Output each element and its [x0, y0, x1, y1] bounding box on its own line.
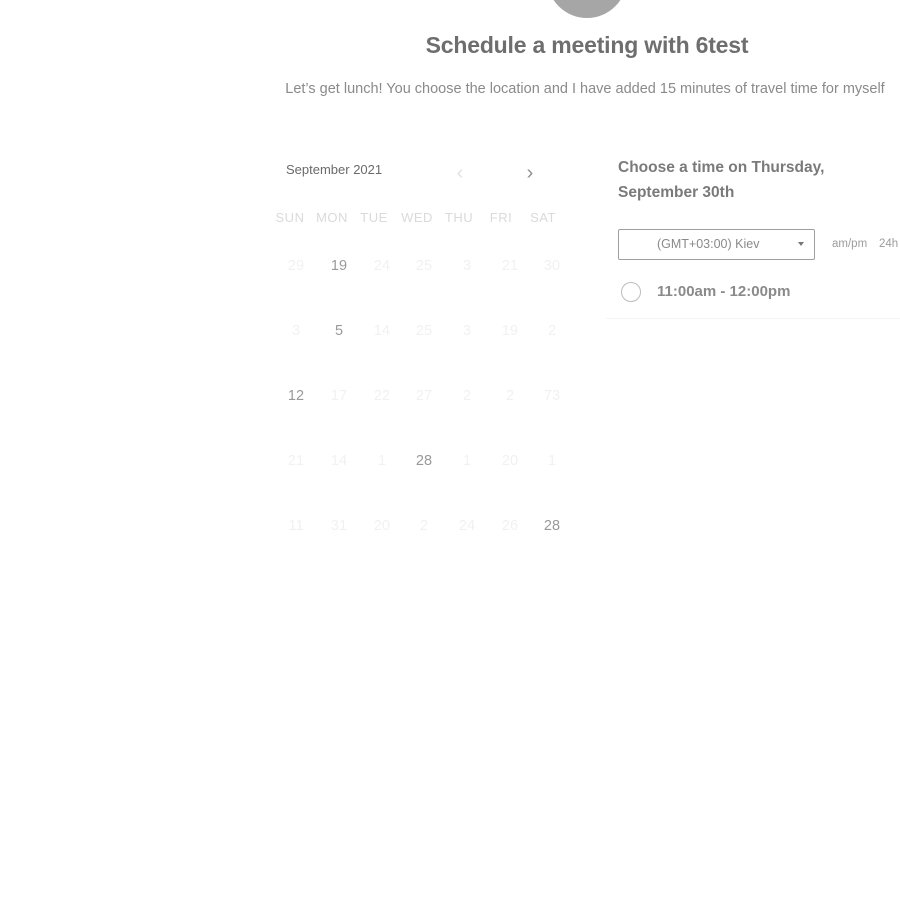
calendar-day: 1 [547, 453, 557, 469]
calendar-day: 20 [373, 518, 391, 534]
calendar-day: 11 [288, 518, 304, 534]
calendar-day[interactable]: 19 [319, 254, 359, 278]
calendar-day: 27 [415, 388, 433, 404]
weekday-thu: THU [444, 210, 474, 225]
weekday-sat: SAT [530, 210, 556, 225]
calendar-day: 2 [419, 518, 429, 534]
weekday-sun: SUN [275, 210, 305, 225]
calendar-day: 1 [462, 453, 472, 469]
calendar-day: 25 [415, 323, 433, 339]
calendar-day: 30 [543, 258, 561, 274]
chevron-left-icon: ‹ [456, 162, 464, 184]
weekday-tue: TUE [360, 210, 388, 225]
calendar-day: 3 [291, 323, 301, 339]
calendar-day: 2 [547, 323, 557, 339]
event-description: Let’s get lunch! You choose the location… [285, 81, 885, 97]
calendar-day: 3 [462, 258, 472, 274]
calendar-day: 31 [330, 518, 348, 534]
caret-down-icon [798, 242, 804, 246]
calendar-day[interactable]: 28 [404, 449, 444, 473]
calendar-day: 17 [330, 388, 348, 404]
calendar-day: 21 [501, 258, 519, 274]
avatar [547, 0, 627, 18]
calendar-day: 2 [505, 388, 515, 404]
calendar-day[interactable]: 28 [532, 514, 572, 538]
calendar-day: 25 [415, 258, 433, 274]
calendar-day: 14 [373, 323, 391, 339]
radio-button[interactable] [621, 282, 641, 302]
format-ampm-toggle[interactable]: am/pm [832, 238, 867, 250]
calendar-day: 3 [462, 323, 472, 339]
calendar-day: 1 [377, 453, 387, 469]
booking-page: Schedule a meeting with 6test Let’s get … [0, 0, 900, 900]
chevron-right-icon: › [526, 162, 534, 184]
month-label: September 2021 [286, 162, 383, 177]
calendar-day[interactable]: 12 [276, 384, 316, 408]
weekday-mon: MON [316, 210, 348, 225]
calendar-day: 29 [287, 258, 305, 274]
calendar-day: 20 [501, 453, 519, 469]
timezone-value: (GMT+03:00) Kiev [657, 237, 760, 251]
weekday-wed: WED [401, 210, 433, 225]
calendar-day: 19 [501, 323, 519, 339]
next-month-button[interactable]: › [520, 162, 540, 184]
prev-month-button[interactable]: ‹ [450, 162, 470, 184]
calendar-day: 26 [501, 518, 519, 534]
weekday-fri: FRI [489, 210, 513, 225]
calendar-day: 22 [373, 388, 391, 404]
calendar-day: 73 [543, 388, 561, 404]
time-picker-heading: Choose a time on Thursday, September 30t… [618, 159, 825, 201]
page-title: Schedule a meeting with 6test [425, 32, 749, 58]
calendar-day: 24 [458, 518, 476, 534]
calendar-day[interactable]: 5 [319, 319, 359, 343]
calendar-day: 24 [373, 258, 391, 274]
time-slot-label: 11:00am - 12:00pm [657, 283, 791, 300]
calendar-day: 14 [330, 453, 348, 469]
calendar-day: 21 [287, 453, 305, 469]
format-24h-toggle[interactable]: 24h [879, 238, 898, 250]
time-slot[interactable]: 11:00am - 12:00pm [606, 278, 900, 319]
timezone-select[interactable]: (GMT+03:00) Kiev [618, 229, 815, 260]
calendar-day: 2 [462, 388, 472, 404]
